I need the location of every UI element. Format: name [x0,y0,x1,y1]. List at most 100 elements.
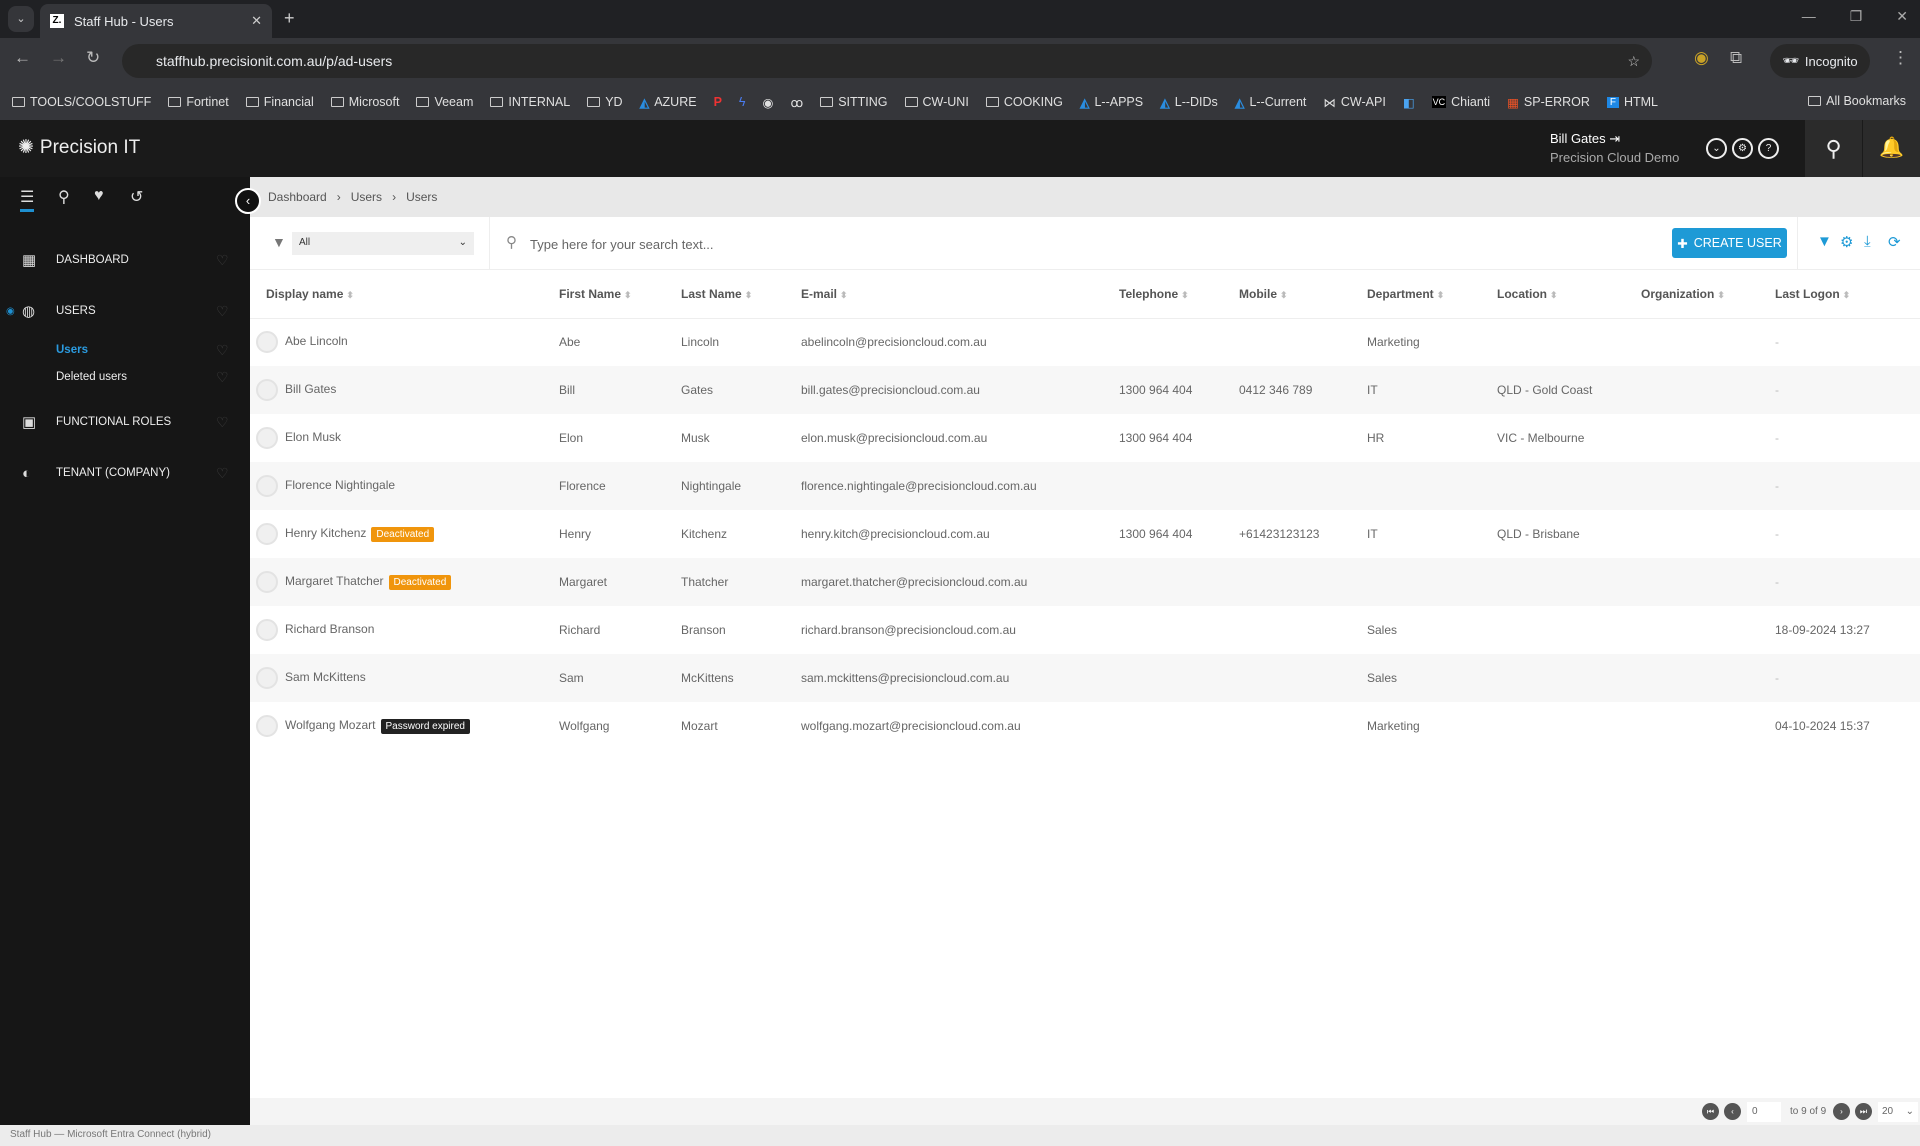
bookmark-item[interactable]: Financial [245,95,314,109]
bookmark-item[interactable]: COOKING [985,95,1063,109]
bookmark-item[interactable]: YD [587,95,623,109]
bookmark-item[interactable]: CW-UNI [904,95,969,109]
all-bookmarks[interactable]: All Bookmarks [1808,94,1906,108]
sidebar-item-users[interactable]: ◉ ◍ USERS ♡ [0,296,250,326]
table-row[interactable]: Sam McKittens Sam McKittens sam.mckittens@p… [250,654,1920,702]
bell-icon[interactable]: 🔔 [1863,120,1920,177]
display-name[interactable]: Margaret Thatcher [285,574,384,588]
favorite-heart-icon[interactable]: ♡ [216,342,229,359]
history-icon[interactable]: ↺ [130,187,143,207]
download-icon[interactable]: ⤓ [1864,233,1871,250]
favorite-heart-icon[interactable]: ♡ [216,303,229,320]
bookmark-item[interactable]: F HTML [1606,95,1658,109]
bookmark-item[interactable]: ꝏ [790,95,803,110]
favorite-heart-icon[interactable]: ♡ [216,465,229,482]
display-name[interactable]: Wolfgang Mozart [285,718,376,732]
collapse-sidebar-button[interactable]: ‹ [235,188,261,214]
column-header[interactable]: E-mail ⬍ [801,270,1119,319]
bookmark-star-icon[interactable]: ☆ [1627,53,1640,70]
menu-icon[interactable]: ☰ [20,187,35,212]
browser-tab[interactable]: Z. Staff Hub - Users ✕ [40,4,272,38]
bookmark-item[interactable]: ◧ [1403,95,1415,110]
display-name[interactable]: Sam McKittens [285,670,366,684]
user-info[interactable]: Bill Gates ⇥ Precision Cloud Demo [1550,131,1679,165]
sort-icon[interactable]: ⬍ [1181,290,1189,300]
display-name[interactable]: Abe Lincoln [285,334,348,348]
display-name[interactable]: Florence Nightingale [285,478,395,492]
help-icon[interactable]: ? [1758,138,1779,159]
page-input[interactable]: 0 [1747,1102,1781,1122]
breadcrumb-users[interactable]: Users [351,190,382,204]
bookmark-item[interactable]: ϟ [739,95,746,109]
table-row[interactable]: Richard Branson Richard Branson richard.bra… [250,606,1920,654]
bookmark-item[interactable]: ▦ SP-ERROR [1507,95,1590,110]
extensions-puzzle-icon[interactable]: ⧉ [1730,48,1742,68]
favorite-heart-icon[interactable]: ♡ [216,414,229,431]
brand-logo[interactable]: ✺ Precision IT [18,136,140,159]
search-icon[interactable]: ⚲ [58,187,70,207]
table-row[interactable]: Florence Nightingale Florence Nightingale f… [250,462,1920,510]
extension-icon[interactable]: ◉ [1694,48,1709,68]
last-page-icon[interactable]: ⏭ [1855,1103,1872,1120]
bookmark-item[interactable]: ◭ L--DIDs [1160,95,1218,110]
bookmark-item[interactable]: Fortinet [168,95,229,109]
column-header[interactable]: Mobile ⬍ [1239,270,1367,319]
bookmark-item[interactable]: ◭ AZURE [640,95,697,110]
sidebar-subitem-users[interactable]: Users ♡ [0,335,250,365]
bookmark-item[interactable]: Veeam [416,95,473,109]
heart-icon[interactable]: ♥ [94,187,104,205]
table-row[interactable]: Abe Lincoln Abe Lincoln abelincoln@precisio… [250,318,1920,366]
table-row[interactable]: Elon Musk Elon Musk elon.musk@precisionclou… [250,414,1920,462]
next-page-icon[interactable]: › [1833,1103,1850,1120]
tab-search-button[interactable]: ⌄ [8,6,34,32]
logout-icon[interactable]: ⇥ [1609,131,1620,146]
chevron-down-icon[interactable]: ⌄ [1706,138,1727,159]
sidebar-item-tenant[interactable]: ◐ TENANT (COMPANY) ♡ [0,458,250,488]
back-icon[interactable]: ← [14,48,31,68]
global-search-icon[interactable]: ⚲ [1805,120,1862,177]
sort-icon[interactable]: ⬍ [346,290,354,300]
bookmark-item[interactable]: TOOLS/COOLSTUFF [12,95,151,109]
favorite-heart-icon[interactable]: ♡ [216,369,229,386]
gear-icon[interactable]: ⚙ [1840,233,1853,251]
favorite-heart-icon[interactable]: ♡ [216,252,229,269]
breadcrumb-dashboard[interactable]: Dashboard [268,190,327,204]
column-header[interactable]: Last Name ⬍ [681,270,801,319]
sort-icon[interactable]: ⬍ [745,290,753,300]
prev-page-icon[interactable]: ‹ [1724,1103,1741,1120]
column-header[interactable]: Organization ⬍ [1641,270,1775,319]
column-header[interactable]: Telephone ⬍ [1119,270,1239,319]
table-row[interactable]: Bill Gates Bill Gates bill.gates@precisionc… [250,366,1920,414]
close-tab-icon[interactable]: ✕ [251,13,262,29]
bookmark-item[interactable]: ◉ [763,95,774,110]
create-user-button[interactable]: ✚ CREATE USER [1672,228,1787,258]
display-name[interactable]: Bill Gates [285,382,336,396]
display-name[interactable]: Henry Kitchenz [285,526,366,540]
sort-icon[interactable]: ⬍ [1280,290,1288,300]
sort-icon[interactable]: ⬍ [1550,290,1558,300]
column-header[interactable]: First Name ⬍ [559,270,681,319]
new-tab-button[interactable]: + [284,8,295,29]
first-page-icon[interactable]: ⏮ [1702,1103,1719,1120]
bookmark-item[interactable]: INTERNAL [490,95,570,109]
minimize-icon[interactable]: — [1802,8,1816,25]
filter-select[interactable]: All ⌄ [292,232,474,255]
restore-icon[interactable]: ❐ [1850,8,1863,25]
sidebar-item-functional-roles[interactable]: ▣ FUNCTIONAL ROLES ♡ [0,407,250,437]
sort-icon[interactable]: ⬍ [1717,290,1725,300]
bookmark-item[interactable]: Microsoft [330,95,399,109]
page-size-select[interactable]: 20 ⌄ [1878,1102,1918,1122]
bookmark-item[interactable]: P [714,95,722,109]
sort-icon[interactable]: ⬍ [1437,290,1445,300]
sidebar-item-dashboard[interactable]: ▦ DASHBOARD ♡ [0,245,250,275]
search-input[interactable] [530,232,1130,256]
bookmark-item[interactable]: SITTING [820,95,888,109]
sort-icon[interactable]: ⬍ [624,290,632,300]
bookmark-item[interactable]: ⋈ CW-API [1323,95,1385,110]
display-name[interactable]: Richard Branson [285,622,374,636]
display-name[interactable]: Elon Musk [285,430,341,444]
filter-icon[interactable]: ▼ [1817,233,1832,250]
table-row[interactable]: Henry Kitchenz Deactivated Henry Kitchenz he… [250,510,1920,558]
refresh-icon[interactable]: ⟳ [1888,233,1901,251]
bookmark-item[interactable]: ◭ L--Current [1235,95,1307,110]
